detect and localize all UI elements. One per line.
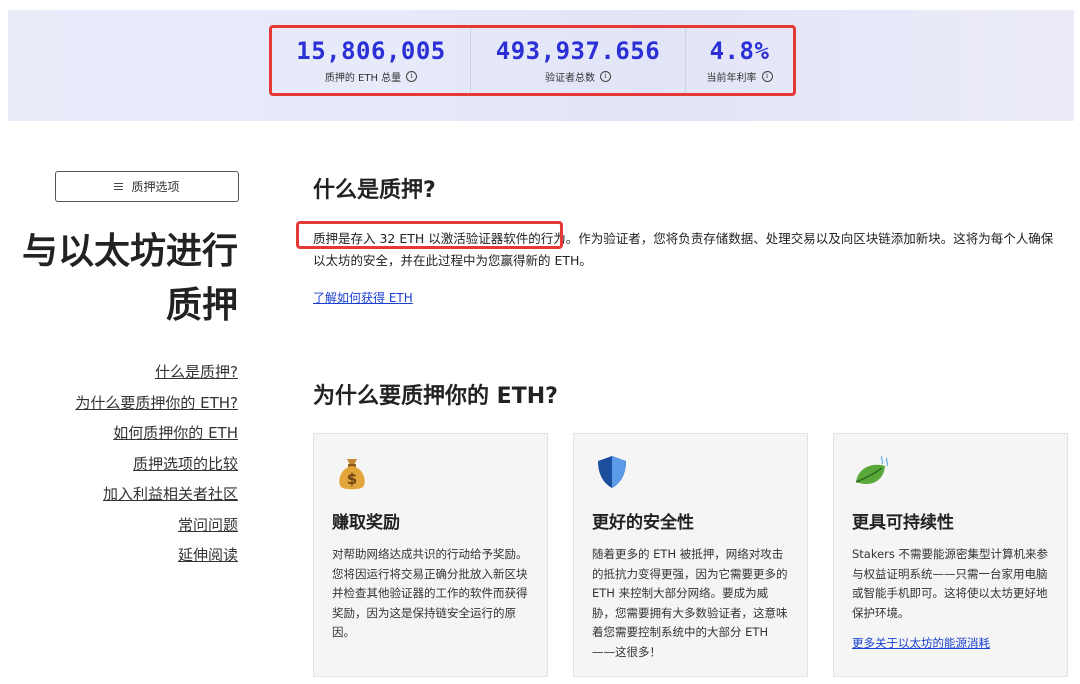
menu-button-label: 质押选项	[131, 180, 180, 194]
card-better-security: 更好的安全性 随着更多的 ETH 被抵押，网络对攻击的抵抗力变得更强，因为它需要…	[573, 433, 808, 677]
toc-link-faq[interactable]: 常问问题	[75, 510, 238, 541]
svg-text:$: $	[347, 470, 357, 488]
money-bag-icon: $	[339, 459, 365, 490]
card-more-sustainable: 更具可持续性 Stakers 不需要能源密集型计算机来参与权益证明系统——只需一…	[833, 433, 1068, 677]
toc-link-further-reading[interactable]: 延伸阅读	[75, 540, 238, 571]
card-earn-rewards: $ 赚取奖励 对帮助网络达成共识的行动给予奖励。您将因运行将交易正确分批放入新区…	[313, 433, 548, 677]
section-title-why-stake: 为什么要质押你的 ETH?	[313, 384, 558, 409]
card-text: 随着更多的 ETH 被抵押，网络对攻击的抵抗力变得更强，因为它需要更多的 ETH…	[592, 547, 788, 659]
toc-link-community[interactable]: 加入利益相关者社区	[75, 479, 238, 510]
info-icon[interactable]: i	[600, 71, 611, 82]
stat-value: 493,937.656	[495, 37, 661, 65]
energy-consumption-link[interactable]: 更多关于以太坊的能源消耗	[852, 635, 1049, 651]
card-text: Stakers 不需要能源密集型计算机来参与权益证明系统——只需一台家用电脑或智…	[852, 547, 1049, 620]
toc-link-comparison[interactable]: 质押选项的比较	[75, 449, 238, 480]
stat-label: 当前年利率	[706, 73, 757, 84]
toc-link-how-to-stake[interactable]: 如何质押你的 ETH	[75, 418, 238, 449]
toc-link-what-is-staking[interactable]: 什么是质押?	[75, 357, 238, 388]
stat-label: 质押的 ETH 总量	[324, 73, 402, 84]
stat-total-staked: 15,806,005 质押的 ETH 总量 i	[272, 28, 470, 93]
stat-label: 验证者总数	[545, 73, 595, 84]
toc-link-why-stake[interactable]: 为什么要质押你的 ETH?	[75, 388, 238, 419]
card-title: 更好的安全性	[592, 513, 694, 533]
page-title-line1: 与以太坊进行	[21, 231, 238, 272]
card-title: 更具可持续性	[852, 513, 954, 533]
stat-value: 15,806,005	[296, 37, 446, 65]
shield-icon	[598, 456, 626, 488]
stat-value: 4.8%	[709, 37, 770, 65]
card-title: 赚取奖励	[332, 513, 400, 533]
staking-options-menu-button[interactable]: 质押选项	[55, 171, 239, 202]
intro-highlight-box	[296, 221, 563, 249]
hamburger-icon	[114, 181, 124, 192]
stat-total-validators: 493,937.656 验证者总数 i	[470, 28, 686, 93]
table-of-contents: 什么是质押? 为什么要质押你的 ETH? 如何质押你的 ETH 质押选项的比较 …	[75, 357, 238, 571]
info-icon[interactable]: i	[761, 71, 773, 82]
page-title-line2: 质押	[165, 285, 238, 326]
card-text: 对帮助网络达成共识的行动给予奖励。您将因运行将交易正确分批放入新区块并检查其他验…	[332, 547, 528, 639]
info-icon[interactable]: i	[406, 71, 418, 82]
section-title-what-is-staking: 什么是质押?	[313, 178, 436, 203]
leaf-icon	[855, 455, 889, 485]
stats-highlight-box: 15,806,005 质押的 ETH 总量 i 493,937.656 验证者总…	[269, 25, 796, 96]
stat-apr: 4.8% 当前年利率 i	[686, 28, 793, 93]
page-title: 与以太坊进行 质押	[22, 225, 238, 333]
learn-get-eth-link[interactable]: 了解如何获得 ETH	[313, 289, 413, 306]
